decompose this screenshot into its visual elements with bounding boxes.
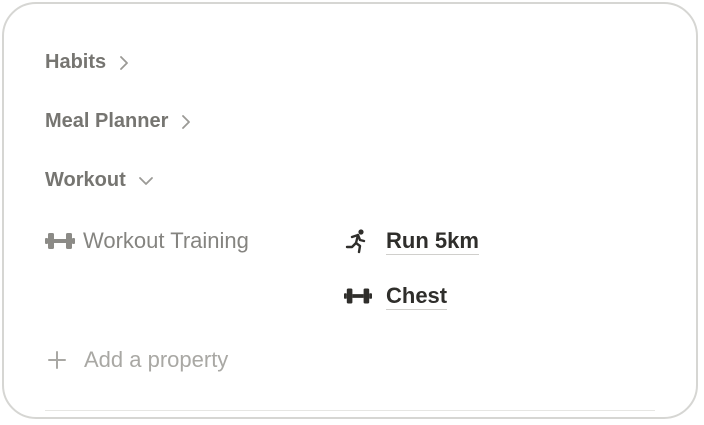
property-workout-training[interactable]: Workout Training <box>45 228 249 254</box>
relation-item-chest[interactable]: Chest <box>344 281 479 311</box>
plus-icon <box>48 351 66 369</box>
chevron-right-icon <box>118 55 130 71</box>
property-label: Workout Training <box>83 228 249 253</box>
relation-list: Run 5km Chest <box>344 226 479 336</box>
add-property-button[interactable]: Add a property <box>48 347 228 373</box>
dumbbell-icon <box>45 231 75 251</box>
section-label: Habits <box>45 51 107 73</box>
add-property-label: Add a property <box>84 347 229 372</box>
section-label: Workout <box>45 169 126 191</box>
dumbbell-icon <box>344 282 372 310</box>
relation-item-run-5km[interactable]: Run 5km <box>344 226 479 256</box>
section-workout[interactable]: Workout <box>45 169 154 192</box>
chevron-right-icon <box>180 114 192 130</box>
chevron-down-icon <box>138 175 154 187</box>
section-meal-planner[interactable]: Meal Planner <box>45 110 192 133</box>
section-habits[interactable]: Habits <box>45 51 130 74</box>
divider <box>45 410 655 411</box>
relation-label: Run 5km <box>386 227 479 255</box>
running-icon <box>344 227 372 255</box>
properties-card: Habits Meal Planner Workout Workout Trai… <box>2 2 698 419</box>
section-label: Meal Planner <box>45 110 169 132</box>
relation-label: Chest <box>386 282 448 310</box>
